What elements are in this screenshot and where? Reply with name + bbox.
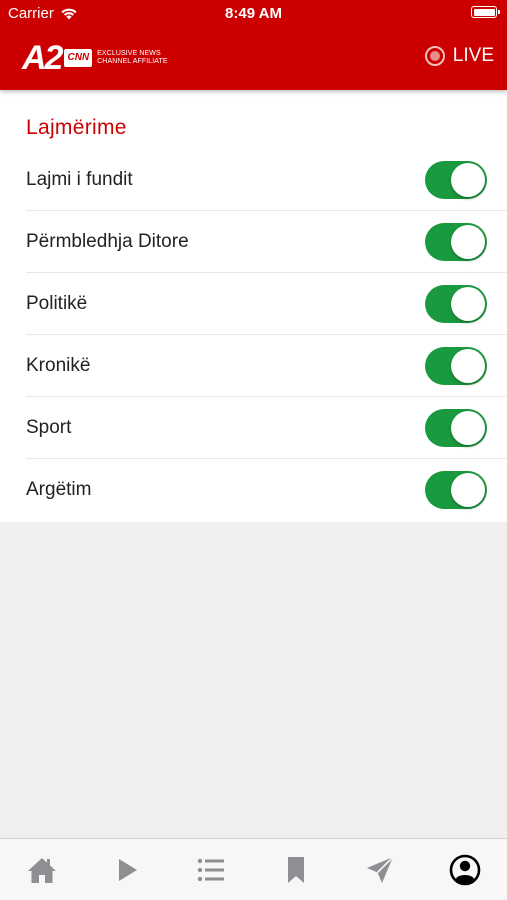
setting-label: Argëtim [26, 479, 92, 500]
toggle-knob [451, 225, 485, 259]
setting-label: Sport [26, 417, 72, 438]
notification-toggle[interactable] [425, 161, 487, 199]
notification-toggle[interactable] [425, 409, 487, 447]
status-time: 8:49 AM [225, 5, 282, 22]
notification-toggle[interactable] [425, 347, 487, 385]
list-item: Lajmi i fundit [26, 149, 507, 211]
profile-icon [449, 854, 481, 885]
send-icon [367, 855, 394, 883]
list-item: Kronikë [26, 335, 507, 397]
live-label: LIVE [452, 45, 494, 66]
battery-icon [471, 6, 500, 18]
list-item: Argëtim [26, 459, 507, 521]
app-header: Carrier 8:49 AM A2 CNN EXCLUSIVE NEWS CH… [0, 0, 507, 90]
bookmark-icon [287, 856, 304, 883]
notification-toggle[interactable] [425, 223, 487, 261]
toggle-knob [451, 473, 485, 507]
list-item: Sport [26, 397, 507, 459]
home-icon [28, 857, 57, 883]
battery-level [473, 8, 495, 16]
notification-toggle[interactable] [425, 285, 487, 323]
notification-list: Lajmi i fundit Përmbledhja Ditore Politi… [0, 149, 507, 521]
setting-label: Përmbledhja Ditore [26, 231, 189, 252]
tab-bookmarks[interactable] [266, 845, 326, 895]
play-icon [118, 858, 137, 881]
toggle-knob [451, 349, 485, 383]
logo-cnn-badge: CNN [64, 49, 93, 67]
logo-a2: A2 [22, 39, 63, 77]
toggle-knob [451, 287, 485, 321]
list-item: Politikë [26, 273, 507, 335]
toggle-knob [451, 411, 485, 445]
tab-send[interactable] [350, 845, 410, 895]
setting-label: Lajmi i fundit [26, 169, 133, 190]
tab-bar [0, 838, 507, 900]
setting-label: Politikë [26, 293, 88, 314]
live-button[interactable]: LIVE [424, 45, 494, 67]
list-icon [198, 858, 225, 881]
toggle-knob [451, 163, 485, 197]
tab-videos[interactable] [97, 845, 157, 895]
tab-home[interactable] [12, 845, 72, 895]
live-indicator-icon [424, 46, 445, 66]
status-bar: Carrier 8:49 AM [0, 0, 507, 28]
tab-profile[interactable] [435, 845, 495, 895]
a2-cnn-logo[interactable]: A2 CNN EXCLUSIVE NEWS CHANNEL AFFILIATE [22, 41, 175, 75]
notification-toggle[interactable] [425, 471, 487, 509]
notifications-settings-card: Lajmërime Lajmi i fundit Përmbledhja Dit… [0, 90, 507, 522]
list-item: Përmbledhja Ditore [26, 211, 507, 273]
section-title: Lajmërime [26, 116, 127, 139]
setting-label: Kronikë [26, 355, 91, 376]
tab-categories[interactable] [181, 845, 241, 895]
logo-tagline: EXCLUSIVE NEWS CHANNEL AFFILIATE [97, 50, 168, 65]
